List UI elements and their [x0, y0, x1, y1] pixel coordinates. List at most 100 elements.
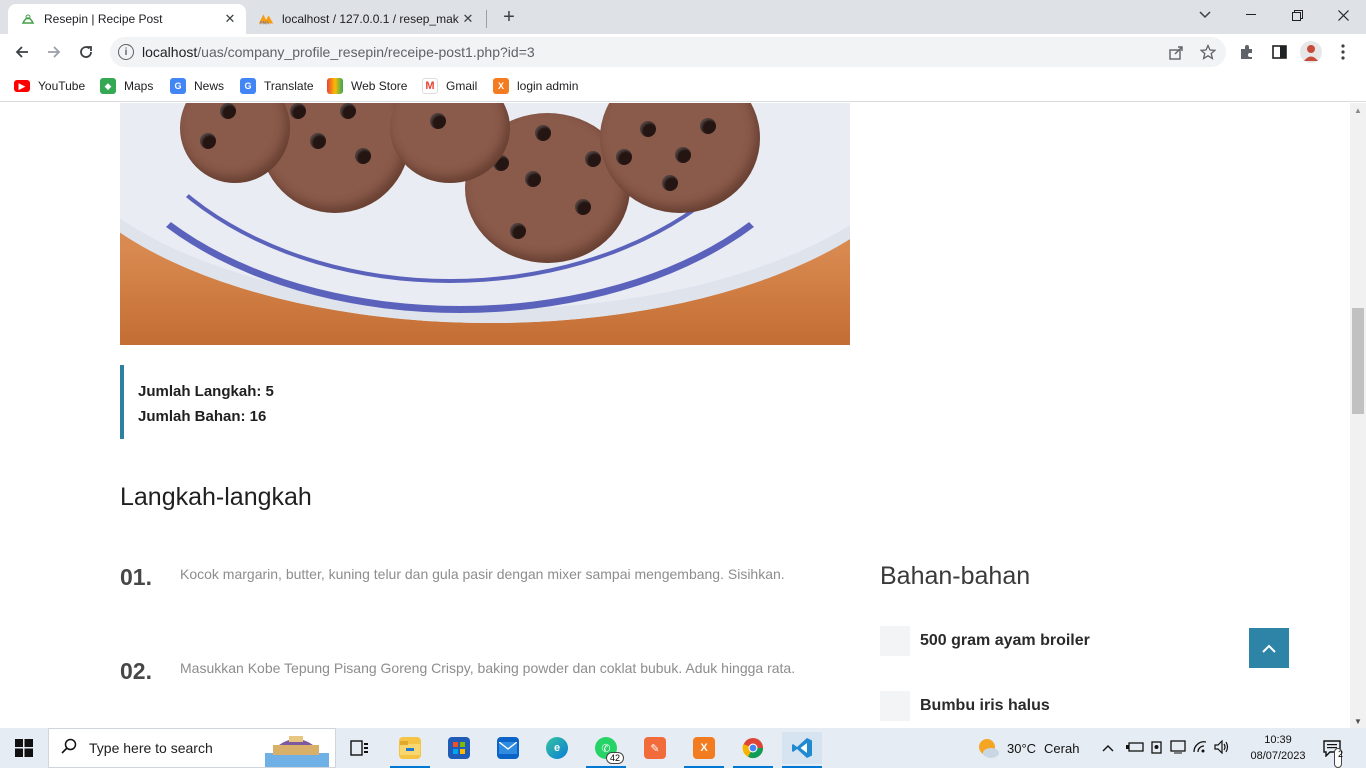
bookmark-label: Web Store: [351, 79, 408, 93]
svg-text:PMA: PMA: [260, 20, 270, 26]
search-highlight-image: [259, 733, 335, 767]
chevron-up-icon[interactable]: [1102, 741, 1118, 755]
bookmark-label: login admin: [517, 79, 579, 93]
site-info-icon[interactable]: i: [118, 44, 134, 60]
address-bar[interactable]: i localhost/uas/company_profile_resepin/…: [110, 37, 1226, 67]
reload-icon[interactable]: [72, 38, 100, 66]
tab-title: Resepin | Recipe Post: [44, 12, 163, 26]
minimize-button[interactable]: [1228, 0, 1274, 30]
gmail-icon: M: [422, 78, 438, 94]
ingredient-checkbox[interactable]: [880, 626, 910, 656]
clock-time: 10:39: [1264, 734, 1292, 746]
bookmark-label: News: [194, 79, 225, 93]
tab-phpmyadmin[interactable]: PMA localhost / 127.0.0.1 / resep_mak ✕: [248, 4, 484, 34]
browser-menu-icon[interactable]: [1330, 39, 1356, 65]
display-icon[interactable]: [1170, 739, 1186, 757]
phpmyadmin-favicon-icon: PMA: [258, 11, 274, 27]
tab-search-chevron-icon[interactable]: [1182, 0, 1228, 30]
tab-separator: [486, 10, 487, 28]
volume-icon[interactable]: [1214, 739, 1230, 757]
close-tab-icon[interactable]: ✕: [222, 11, 238, 27]
wifi-icon[interactable]: [1192, 740, 1208, 757]
restore-button[interactable]: [1274, 0, 1320, 30]
xampp-icon: X: [493, 78, 509, 94]
camera-icon[interactable]: [1150, 740, 1164, 757]
steps-heading: Langkah-langkah: [120, 483, 312, 511]
ingredient-item[interactable]: Bumbu iris halus: [880, 691, 1050, 721]
bookmark-label: Maps: [124, 79, 154, 93]
ingredients-heading: Bahan-bahan: [880, 562, 1031, 590]
bookmark-gmail[interactable]: M Gmail: [422, 77, 477, 95]
whatsapp-icon[interactable]: ✆ 42: [586, 732, 626, 768]
step-number: 02.: [120, 658, 152, 684]
mail-icon[interactable]: [488, 732, 528, 764]
bookmark-news[interactable]: G News: [170, 77, 224, 95]
back-to-top-button[interactable]: [1249, 628, 1289, 668]
taskbar-search-input[interactable]: Type here to search: [48, 728, 336, 768]
search-icon: [61, 738, 77, 759]
weather-sun-cloud-icon: [979, 739, 999, 758]
file-explorer-icon[interactable]: [390, 732, 430, 768]
ingredient-checkbox[interactable]: [880, 691, 910, 721]
clock-date: 08/07/2023: [1250, 750, 1306, 762]
bookmarks-bar: ▶ YouTube ◆ Maps G News G Translate Web …: [0, 70, 1366, 102]
xampp-icon[interactable]: X: [684, 732, 724, 768]
bookmark-youtube[interactable]: ▶ YouTube: [14, 77, 85, 95]
steps-count: Jumlah Langkah: 5: [138, 383, 274, 400]
bookmark-login-admin[interactable]: X login admin: [493, 77, 578, 95]
forward-arrow-icon[interactable]: [40, 38, 68, 66]
weather-temp: 30°C: [1007, 740, 1037, 756]
ingredient-label: 500 gram ayam broiler: [920, 632, 1090, 649]
new-tab-button[interactable]: +: [498, 6, 520, 28]
recipe-summary: Jumlah Langkah: 5 Jumlah Bahan: 16: [120, 365, 440, 439]
scroll-down-arrow-icon[interactable]: ▼: [1350, 714, 1366, 728]
vscode-icon[interactable]: [782, 732, 822, 768]
bookmark-webstore[interactable]: Web Store: [327, 77, 407, 95]
scroll-up-arrow-icon[interactable]: ▲: [1350, 103, 1366, 117]
edge-icon[interactable]: e: [537, 732, 577, 764]
webstore-icon: [327, 78, 343, 94]
chevron-up-icon: [1262, 644, 1276, 653]
task-view-icon[interactable]: [340, 732, 380, 764]
share-icon[interactable]: [1166, 42, 1186, 62]
notification-badge: 2: [1334, 748, 1343, 768]
side-panel-icon[interactable]: [1266, 39, 1292, 65]
step-number: 01.: [120, 564, 152, 590]
weather-desc: Cerah: [1044, 740, 1080, 756]
weather-widget[interactable]: 30°C Cerah: [976, 728, 1079, 768]
system-tray-icons: [1102, 728, 1230, 768]
notification-center-icon[interactable]: 2: [1322, 728, 1343, 768]
profile-avatar[interactable]: [1298, 39, 1324, 65]
microsoft-store-icon[interactable]: [439, 732, 479, 764]
windows-logo-icon: [15, 739, 33, 757]
back-arrow-icon[interactable]: [8, 38, 36, 66]
tab-resepin[interactable]: Resepin | Recipe Post ✕: [8, 4, 246, 34]
bookmark-label: YouTube: [38, 79, 86, 93]
maps-icon: ◆: [100, 78, 116, 94]
tab-title: localhost / 127.0.0.1 / resep_mak: [282, 12, 459, 26]
windows-start-button[interactable]: [0, 728, 48, 768]
chrome-icon[interactable]: [733, 732, 773, 768]
step-text: Masukkan Kobe Tepung Pisang Goreng Crisp…: [180, 660, 796, 676]
close-window-button[interactable]: [1320, 0, 1366, 30]
battery-icon[interactable]: [1126, 741, 1144, 756]
bookmark-translate[interactable]: G Translate: [240, 77, 314, 95]
bookmark-maps[interactable]: ◆ Maps: [100, 77, 153, 95]
close-tab-icon[interactable]: ✕: [460, 11, 476, 27]
taskbar-clock[interactable]: 10:39 08/07/2023: [1242, 732, 1314, 764]
page-scrollbar[interactable]: ▲ ▼: [1350, 103, 1366, 728]
ingredients-count: Jumlah Bahan: 16: [138, 408, 267, 425]
bookmark-star-icon[interactable]: [1198, 42, 1218, 62]
search-placeholder: Type here to search: [89, 740, 213, 756]
whatsapp-badge: 42: [605, 752, 624, 764]
resepin-favicon-icon: [20, 11, 36, 27]
pencil-app-icon[interactable]: ✎: [635, 732, 675, 764]
page-viewport: Jumlah Langkah: 5 Jumlah Bahan: 16 Langk…: [0, 103, 1350, 728]
scroll-thumb[interactable]: [1352, 308, 1364, 414]
bookmark-label: Gmail: [446, 79, 478, 93]
youtube-icon: ▶: [14, 80, 30, 92]
extensions-puzzle-icon[interactable]: [1234, 39, 1260, 65]
tab-strip: Resepin | Recipe Post ✕ PMA localhost / …: [0, 0, 1366, 34]
news-icon: G: [170, 78, 186, 94]
ingredient-item[interactable]: 500 gram ayam broiler: [880, 626, 1090, 656]
